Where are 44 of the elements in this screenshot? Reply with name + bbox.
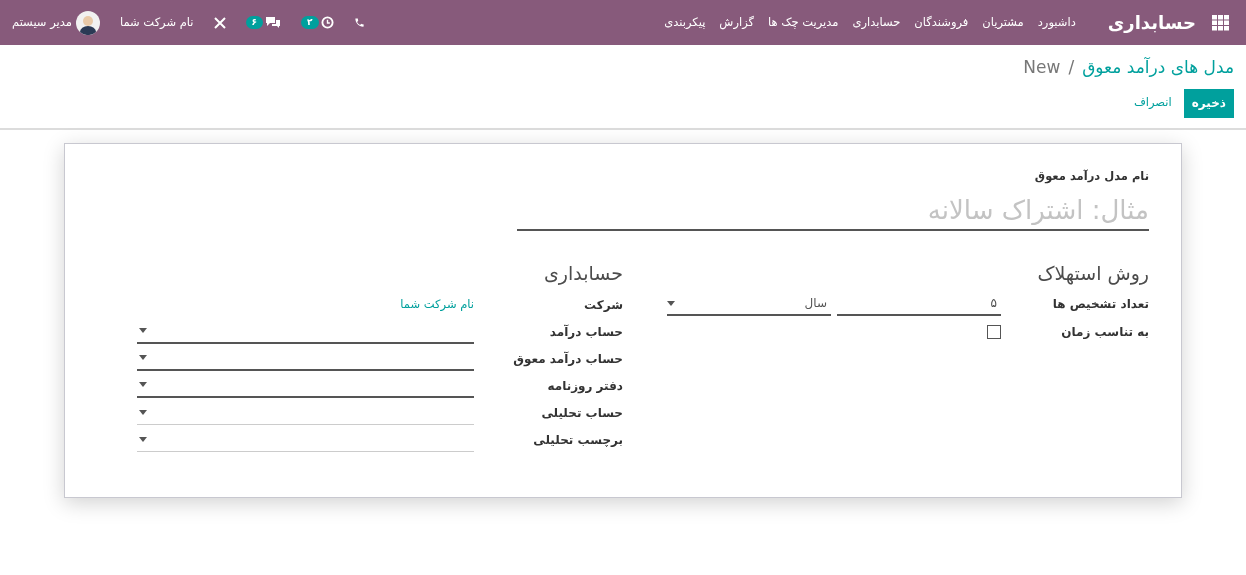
apps-grid-icon[interactable]	[1212, 14, 1230, 31]
breadcrumb-separator: /	[1068, 56, 1075, 79]
name-input[interactable]: مثال: اشتراک سالانه	[517, 190, 1149, 231]
app-title: حسابداری	[1107, 11, 1196, 35]
field-label: حساب تحلیلی	[540, 404, 623, 422]
field-label: به تناسب زمان	[1060, 324, 1149, 342]
company-link[interactable]: نام شرکت شما	[400, 296, 474, 314]
breadcrumb-link[interactable]: مدل های درآمد معوق	[1082, 55, 1234, 81]
menu-item[interactable]: گزارش	[719, 13, 754, 32]
chat-icon[interactable]	[265, 16, 282, 29]
phone-icon[interactable]	[353, 17, 365, 28]
field-label: شرکت	[583, 296, 623, 314]
count-input[interactable]: ۵	[837, 292, 1001, 317]
caret-icon	[139, 382, 147, 388]
menu-item[interactable]: فروشندگان	[914, 13, 969, 32]
breadcrumb-current: New	[1023, 56, 1061, 79]
period-select[interactable]: سال	[667, 292, 831, 317]
field-label: برچسب تحلیلی	[532, 431, 623, 449]
field-label: نام مدل درآمد معوق	[1034, 167, 1149, 185]
menu-item[interactable]: پیکربندی	[664, 13, 706, 32]
caret-icon	[139, 328, 147, 334]
user-name[interactable]: مدیر سیستم	[12, 13, 72, 32]
menu-item[interactable]: حسابداری	[852, 13, 901, 32]
caret-icon	[667, 300, 675, 306]
field-label: تعداد تشخیص ها	[1051, 296, 1149, 314]
prorata-checkbox[interactable]	[987, 325, 1001, 340]
field-label: حساب درآمد معوق	[512, 350, 623, 368]
avatar-icon[interactable]	[75, 10, 100, 35]
menu-item[interactable]: مدیریت چک ها	[767, 13, 839, 32]
count-badge: ۲	[301, 16, 319, 29]
section-title: روش استهلاک	[1036, 260, 1149, 287]
company-switcher[interactable]: نام شرکت شما	[119, 13, 194, 32]
discard-button[interactable]: انصراف	[1133, 94, 1172, 112]
section-title: حسابداری	[542, 260, 623, 287]
menu-item[interactable]: داشبورد	[1037, 13, 1076, 32]
count-badge: ۶	[245, 16, 264, 29]
caret-icon	[139, 409, 147, 415]
clock-icon[interactable]	[320, 16, 334, 29]
field-label: حساب درآمد	[548, 323, 623, 341]
caret-icon	[139, 436, 147, 442]
save-button[interactable]: ذخیره	[1183, 88, 1234, 118]
field-label: دفتر روزنامه	[546, 377, 623, 395]
menu-item[interactable]: مشتریان	[982, 13, 1024, 32]
caret-icon	[139, 355, 147, 361]
